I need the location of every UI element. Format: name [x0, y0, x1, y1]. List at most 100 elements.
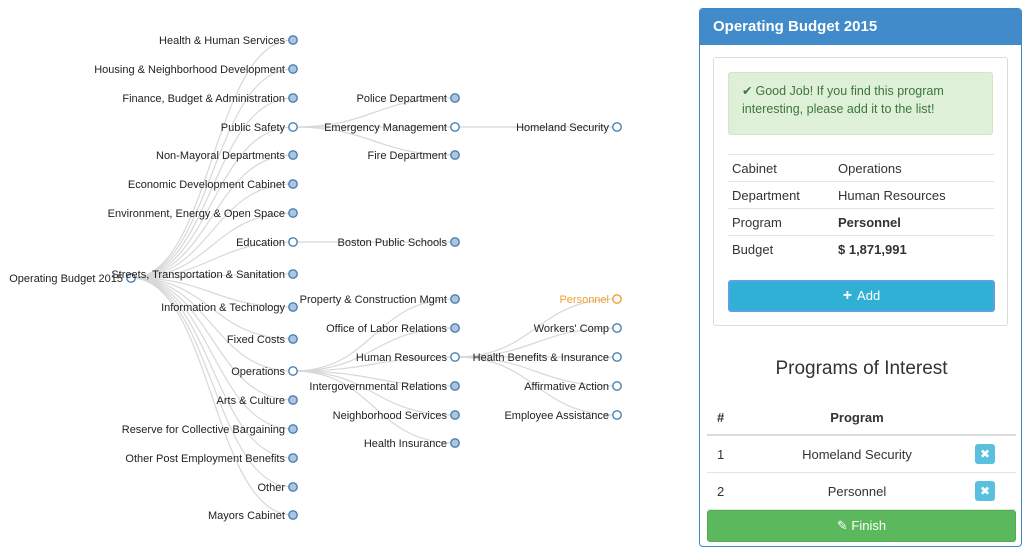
node-circle[interactable]	[288, 366, 298, 376]
node-label[interactable]: Other Post Employment Benefits	[125, 453, 285, 465]
node-circle[interactable]	[450, 381, 460, 391]
tree-node-intergovernmental-relations[interactable]: Intergovernmental Relations	[309, 381, 460, 393]
node-circle[interactable]	[288, 510, 298, 520]
add-button[interactable]: + Add	[728, 280, 995, 312]
node-circle[interactable]	[288, 208, 298, 218]
node-circle[interactable]	[612, 381, 622, 391]
node-circle[interactable]	[288, 150, 298, 160]
node-circle[interactable]	[288, 237, 298, 247]
tree-node-workers-comp[interactable]: Workers' Comp	[534, 323, 622, 335]
tree-node-arts-culture[interactable]: Arts & Culture	[217, 395, 298, 407]
node-circle[interactable]	[450, 93, 460, 103]
tree-node-personnel[interactable]: Personnel	[559, 294, 622, 306]
node-label[interactable]: Homeland Security	[516, 122, 609, 134]
node-label[interactable]: Boston Public Schools	[338, 237, 448, 249]
tree-node-reserve-for-collective-bargaining[interactable]: Reserve for Collective Bargaining	[122, 424, 298, 436]
node-label[interactable]: Neighborhood Services	[333, 410, 448, 422]
tree-node-environment-energy-open-space[interactable]: Environment, Energy & Open Space	[108, 208, 298, 220]
node-circle[interactable]	[450, 122, 460, 132]
node-circle[interactable]	[612, 410, 622, 420]
node-label[interactable]: Finance, Budget & Administration	[122, 93, 285, 105]
node-circle[interactable]	[450, 294, 460, 304]
tree-node-information-technology[interactable]: Information & Technology	[161, 302, 298, 314]
node-label[interactable]: Streets, Transportation & Sanitation	[111, 269, 285, 281]
node-label[interactable]: Emergency Management	[324, 122, 447, 134]
node-label[interactable]: Health Benefits & Insurance	[473, 352, 609, 364]
node-label[interactable]: Personnel	[559, 294, 609, 306]
node-label[interactable]: Environment, Energy & Open Space	[108, 208, 285, 220]
node-circle[interactable]	[288, 482, 298, 492]
node-circle[interactable]	[288, 122, 298, 132]
remove-icon[interactable]: ✖	[975, 481, 995, 501]
node-circle[interactable]	[450, 323, 460, 333]
tree-node-police-department[interactable]: Police Department	[357, 93, 460, 105]
node-circle[interactable]	[288, 179, 298, 189]
node-label[interactable]: Health & Human Services	[159, 35, 285, 47]
tree-node-economic-development-cabinet[interactable]: Economic Development Cabinet	[128, 179, 298, 191]
node-label[interactable]: Information & Technology	[161, 302, 285, 314]
node-label[interactable]: Reserve for Collective Bargaining	[122, 424, 285, 436]
tree-node-human-resources[interactable]: Human Resources	[356, 352, 460, 364]
tree-node-boston-public-schools[interactable]: Boston Public Schools	[338, 237, 460, 249]
tree-node-homeland-security[interactable]: Homeland Security	[516, 122, 622, 134]
node-circle[interactable]	[612, 352, 622, 362]
tree-node-mayors-cabinet[interactable]: Mayors Cabinet	[208, 510, 298, 522]
node-circle[interactable]	[288, 424, 298, 434]
node-circle[interactable]	[288, 453, 298, 463]
node-circle[interactable]	[450, 352, 460, 362]
node-circle[interactable]	[288, 93, 298, 103]
node-label[interactable]: Mayors Cabinet	[208, 510, 285, 522]
tree-node-neighborhood-services[interactable]: Neighborhood Services	[333, 410, 460, 422]
node-circle[interactable]	[612, 122, 622, 132]
node-label[interactable]: Affirmative Action	[524, 381, 609, 393]
node-circle[interactable]	[288, 64, 298, 74]
node-label[interactable]: Non-Mayoral Departments	[156, 150, 285, 162]
node-label[interactable]: Office of Labor Relations	[326, 323, 447, 335]
node-circle[interactable]	[612, 294, 622, 304]
node-label[interactable]: Fixed Costs	[227, 334, 286, 346]
node-label[interactable]: Public Safety	[221, 122, 286, 134]
node-circle[interactable]	[612, 323, 622, 333]
tree-node-office-of-labor-relations[interactable]: Office of Labor Relations	[326, 323, 460, 335]
node-label[interactable]: Arts & Culture	[217, 395, 285, 407]
tree-node-employee-assistance[interactable]: Employee Assistance	[504, 410, 622, 422]
node-circle[interactable]	[288, 269, 298, 279]
node-label[interactable]: Property & Construction Mgmt	[300, 294, 447, 306]
node-label[interactable]: Education	[236, 237, 285, 249]
tree-node-fire-department[interactable]: Fire Department	[368, 150, 460, 162]
node-label[interactable]: Employee Assistance	[504, 410, 609, 422]
node-label[interactable]: Housing & Neighborhood Development	[94, 64, 285, 76]
node-label[interactable]: Operations	[231, 366, 285, 378]
tree-node-health-insurance[interactable]: Health Insurance	[364, 438, 460, 450]
node-circle[interactable]	[288, 35, 298, 45]
tree-node-health-human-services[interactable]: Health & Human Services	[159, 35, 298, 47]
node-circle[interactable]	[450, 410, 460, 420]
tree-node-other-post-employment-benefits[interactable]: Other Post Employment Benefits	[125, 453, 298, 465]
tree-node-housing-neighborhood-development[interactable]: Housing & Neighborhood Development	[94, 64, 298, 76]
tree-node-operations[interactable]: Operations	[231, 366, 298, 378]
node-circle[interactable]	[288, 395, 298, 405]
node-label[interactable]: Fire Department	[368, 150, 447, 162]
remove-icon[interactable]: ✖	[975, 444, 995, 464]
tree-node-property-construction-mgmt[interactable]: Property & Construction Mgmt	[300, 294, 460, 306]
tree-node-fixed-costs[interactable]: Fixed Costs	[227, 334, 298, 346]
node-circle[interactable]	[450, 150, 460, 160]
tree-node-health-benefits-insurance[interactable]: Health Benefits & Insurance	[473, 352, 622, 364]
node-label[interactable]: Health Insurance	[364, 438, 447, 450]
node-circle[interactable]	[450, 237, 460, 247]
tree-node-emergency-management[interactable]: Emergency Management	[324, 122, 460, 134]
node-label[interactable]: Police Department	[357, 93, 448, 105]
node-label[interactable]: Human Resources	[356, 352, 448, 364]
tree-node-streets-transportation-sanitation[interactable]: Streets, Transportation & Sanitation	[111, 269, 298, 281]
tree-node-education[interactable]: Education	[236, 237, 298, 249]
node-label[interactable]: Economic Development Cabinet	[128, 179, 285, 191]
finish-button[interactable]: ✎ Finish	[707, 510, 1016, 542]
node-circle[interactable]	[288, 302, 298, 312]
node-label[interactable]: Operating Budget 2015	[9, 273, 123, 285]
tree-node-affirmative-action[interactable]: Affirmative Action	[524, 381, 622, 393]
node-label[interactable]: Other	[257, 482, 285, 494]
node-label[interactable]: Workers' Comp	[534, 323, 609, 335]
node-label[interactable]: Intergovernmental Relations	[309, 381, 447, 393]
tree-node-finance-budget-administration[interactable]: Finance, Budget & Administration	[122, 93, 298, 105]
node-circle[interactable]	[450, 438, 460, 448]
